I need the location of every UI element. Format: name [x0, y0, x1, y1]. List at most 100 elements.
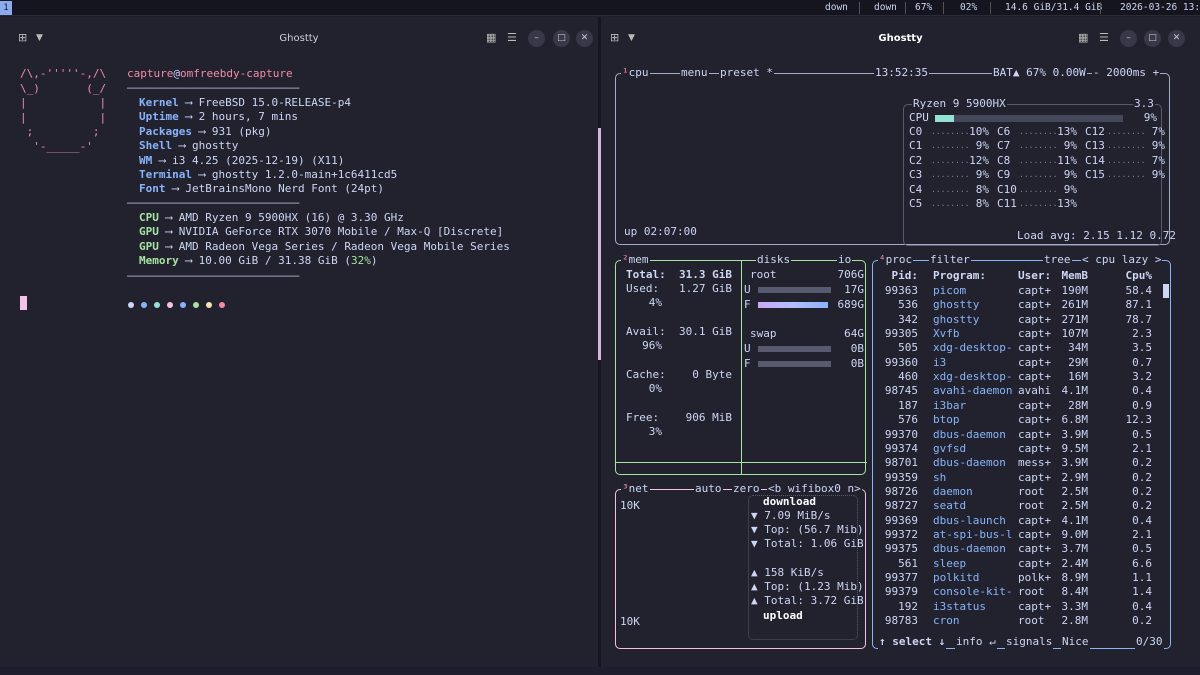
net-auto-toggle[interactable]: auto	[694, 482, 723, 496]
maximize-button[interactable]: □	[553, 30, 570, 47]
proc-tree-toggle[interactable]: tree	[1043, 253, 1072, 267]
table-row[interactable]: 576 btop capt+ 6.8M 12.3	[873, 413, 1163, 427]
proc-column-header[interactable]: User:	[1018, 269, 1054, 283]
swap-used-val: 0B	[850, 342, 864, 355]
net-zero-toggle[interactable]: zero	[732, 482, 761, 496]
cpu-panel-title[interactable]: ¹cpu	[621, 66, 650, 80]
table-row[interactable]: 99379 console-kit-root 8.4M 1.4	[873, 585, 1163, 599]
update-rate-control[interactable]: - 2000ms +	[1092, 66, 1161, 80]
maximize-button[interactable]: □	[1144, 30, 1161, 47]
proc-cell: capt+	[1018, 327, 1052, 341]
proc-signals-button[interactable]: signals	[1005, 635, 1054, 649]
disk-root-label: root	[750, 268, 777, 281]
cpu-core-pct: 13%	[1057, 197, 1077, 210]
fetch-key: GPU	[139, 225, 159, 239]
table-row[interactable]: 99359 sh capt+ 2.9M 0.2	[873, 471, 1163, 485]
proc-cell: 4.1M	[1061, 384, 1089, 398]
proc-select-control[interactable]: ↑ select ↓	[878, 635, 947, 649]
table-row[interactable]: 99363 picom capt+ 190M 58.4	[873, 284, 1163, 298]
proc-column-header[interactable]: Program:	[933, 269, 1013, 283]
fetch-row: Kernel ⟶ FreeBSD 15.0-RELEASE-p4	[139, 96, 351, 109]
table-row[interactable]: 99372 at-spi-bus-l capt+ 9.0M 2.1	[873, 528, 1163, 542]
hamburger-menu-icon[interactable]: ☰	[507, 31, 517, 44]
proc-nice-button[interactable]: Nice	[1061, 635, 1090, 649]
proc-column-header[interactable]: Pid:	[878, 269, 919, 283]
proc-cell: 99305	[884, 327, 918, 341]
table-row[interactable]: 98727 seatd root 2.5M 0.2	[873, 499, 1163, 513]
proc-panel-title[interactable]: ⁴proc	[878, 253, 914, 267]
table-row[interactable]: 99370 dbus-daemon capt+ 3.9M 0.5	[873, 428, 1163, 442]
proc-cell: capt+	[1018, 312, 1052, 326]
cpu-core-pct: 8%	[975, 182, 989, 196]
table-row[interactable]: 98783 cron root 2.8M 0.2	[873, 614, 1163, 628]
proc-cell: capt+	[1018, 298, 1052, 312]
fetch-row: Shell ⟶ ghostty	[139, 139, 239, 153]
status-bar: 1 down down 67% 02% 14.6 GiB/31.4 GiB 20…	[0, 0, 1200, 16]
proc-cell: 0.4	[1132, 513, 1152, 527]
tab-overview-icon[interactable]: ▦	[1078, 31, 1088, 44]
fetch-value: i3 4.25 (2025-12-19) (X11)	[172, 153, 345, 167]
proc-cell: seatd	[933, 499, 967, 513]
cpu-cores-panel: Ryzen 9 5900HX 3.3 CPU 9% C0........ 10% C…	[903, 97, 1176, 246]
workspace-button[interactable]: 1	[0, 1, 12, 15]
proc-scrollbar-thumb[interactable]	[1163, 284, 1169, 298]
table-row[interactable]: 98745 avahi-daemon avahi 4.1M 0.4	[873, 384, 1163, 398]
fetch-value: JetBrainsMono Nerd Font (24pt)	[185, 182, 385, 196]
net-interface-selector[interactable]: <b wifibox0 n>	[767, 482, 862, 496]
hamburger-menu-icon[interactable]: ☰	[1099, 31, 1109, 44]
minimize-button[interactable]: –	[1120, 30, 1137, 47]
io-toggle[interactable]: io	[837, 253, 853, 267]
table-row[interactable]: 192 i3status capt+ 3.3M 0.4	[873, 600, 1163, 614]
table-row[interactable]: 561 sleep capt+ 2.4M 6.6	[873, 557, 1163, 571]
mem-panel-title[interactable]: ²mem	[621, 253, 650, 267]
cpu-freq: 3.3	[1133, 97, 1155, 111]
palette-dot	[180, 302, 186, 308]
status-datetime: 2026-03-26 13:52	[1120, 2, 1200, 13]
cpu-core-label: C6	[997, 125, 1011, 138]
minimize-button[interactable]: –	[528, 30, 545, 47]
table-row[interactable]: 460 xdg-desktop-capt+ 16M 3.2	[873, 370, 1163, 384]
close-button[interactable]: ✕	[1168, 30, 1185, 47]
load-average: Load avg: 2.15 1.12 0.72	[1017, 229, 1176, 242]
table-row[interactable]: 99305 Xvfb capt+ 107M 2.3	[873, 327, 1163, 341]
proc-filter-button[interactable]: filter	[929, 253, 971, 267]
proc-column-header[interactable]: MemB	[1058, 269, 1089, 283]
fetch-key: Packages	[139, 124, 192, 138]
table-row[interactable]: 536 ghostty capt+ 261M 87.1	[873, 298, 1163, 312]
proc-cell: 28M	[1068, 398, 1088, 412]
cpu-core-label: C3	[909, 168, 923, 182]
preset-button[interactable]: preset *	[719, 66, 774, 80]
terminal-cursor	[20, 296, 27, 310]
proc-cell: 1.1	[1132, 571, 1152, 584]
proc-info-button[interactable]: info ↵	[955, 635, 997, 649]
net-panel-title[interactable]: ³net	[621, 482, 650, 496]
proc-cell: 107M	[1061, 327, 1089, 341]
proc-cell: 98701	[884, 456, 918, 470]
table-row[interactable]: 342 ghostty capt+ 271M 78.7	[873, 313, 1163, 327]
table-row[interactable]: 98726 daemon root 2.5M 0.2	[873, 485, 1163, 499]
fetch-value: NVIDIA GeForce RTX 3070 Mobile / Max-Q […	[178, 225, 504, 239]
menu-button[interactable]: menu	[680, 66, 709, 80]
table-row[interactable]: 505 xdg-desktop-capt+ 34M 3.5	[873, 341, 1163, 355]
table-row[interactable]: 187 i3bar capt+ 28M 0.9	[873, 399, 1163, 413]
mem-item-pct: 96%	[642, 339, 662, 352]
proc-sort-selector[interactable]: < cpu lazy >	[1081, 253, 1163, 267]
status-cpu: 02%	[960, 2, 978, 13]
fetch-key: GPU	[139, 239, 159, 253]
proc-cell: 29M	[1068, 355, 1088, 369]
disks-title[interactable]: disks	[756, 253, 792, 267]
fetch-row: Font ⟶ JetBrainsMono Nerd Font (24pt)	[139, 182, 385, 196]
proc-cell: capt+	[1018, 513, 1052, 527]
table-row[interactable]: 99369 dbus-launch capt+ 4.1M 0.4	[873, 514, 1163, 528]
net-stats: download ▼ 7.09 MiB/s ▼ Top: (56.7 Mib) …	[748, 495, 864, 640]
proc-cell: 2.9M	[1061, 470, 1089, 484]
proc-column-header[interactable]: Cpu%	[1098, 269, 1153, 283]
table-row[interactable]: 99360 i3 capt+ 29M 0.7	[873, 356, 1163, 370]
table-row[interactable]: 98701 dbus-daemon mess+ 3.9M 0.2	[873, 456, 1163, 470]
tab-overview-icon[interactable]: ▦	[486, 31, 496, 44]
close-button[interactable]: ✕	[576, 30, 593, 47]
table-row[interactable]: 99374 gvfsd capt+ 9.5M 2.1	[873, 442, 1163, 456]
swap-used-label: U	[744, 342, 751, 355]
table-row[interactable]: 99377 polkitd polk+ 8.9M 1.1	[873, 571, 1163, 585]
table-row[interactable]: 99375 dbus-daemon capt+ 3.7M 0.5	[873, 542, 1163, 556]
